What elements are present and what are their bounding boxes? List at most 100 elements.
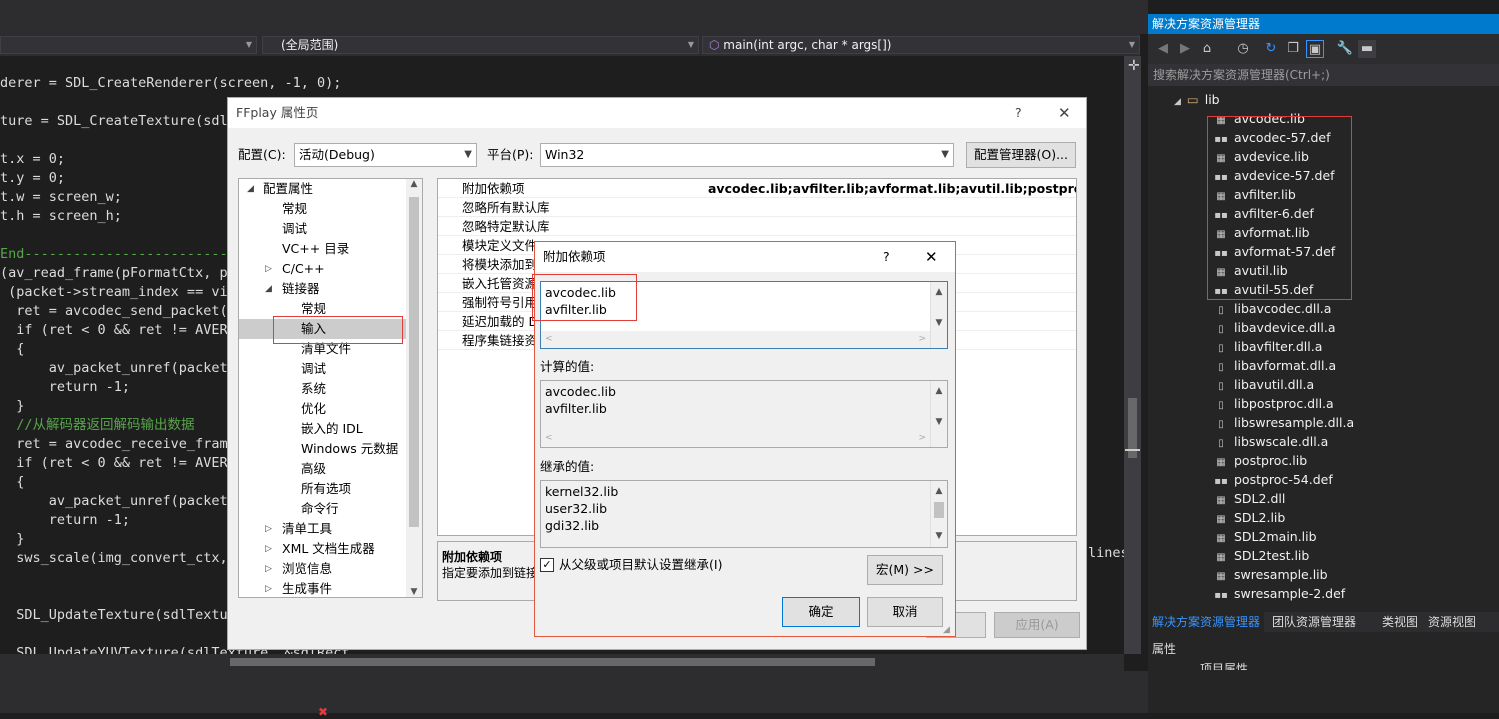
- help-button[interactable]: ?: [883, 242, 890, 272]
- file-item[interactable]: ▯ libswresample.dll.a: [1214, 413, 1354, 432]
- property-tree-item[interactable]: 配置属性: [263, 179, 313, 199]
- inherit-checkbox[interactable]: ✓: [540, 558, 554, 572]
- collapse-icon[interactable]: ◢: [265, 279, 272, 299]
- chevron-down-icon: ▼: [1128, 40, 1135, 49]
- file-item[interactable]: ▦ SDL2.lib: [1214, 508, 1285, 527]
- expand-icon[interactable]: ▷: [265, 559, 272, 579]
- file-item[interactable]: ▯ libavcodec.dll.a: [1214, 299, 1331, 318]
- property-tree-item[interactable]: 链接器: [282, 279, 320, 299]
- solution-explorer: 解决方案资源管理器 ◀ ▶ ⌂ ◷ ↻ ❐ ▣ 🔧 ▬ 搜索解决方案资源管理器(…: [1148, 14, 1499, 713]
- cancel-button[interactable]: 取消: [867, 597, 943, 627]
- file-item[interactable]: ▯ libpostproc.dll.a: [1214, 394, 1333, 413]
- property-tree-item[interactable]: 高级: [301, 459, 326, 479]
- property-pages-title: FFplay 属性页: [236, 105, 319, 120]
- property-tree[interactable]: ◢ 配置属性 常规 调试 VC++ 目录 ▷ C/C++ ◢ 链接器 常规 输入 清单文件 调试 系统 优化…: [238, 178, 423, 598]
- history-icon[interactable]: ◷: [1234, 40, 1252, 58]
- additional-dependencies-dialog: 附加依赖项 ? ✕ avcodec.lib avfilter.lib ▲ ▼ < >…: [532, 241, 956, 637]
- project-dropdown[interactable]: ▼: [0, 36, 257, 54]
- function-value: main(int argc, char * args[]): [723, 38, 892, 52]
- collapse-icon[interactable]: ◢: [247, 179, 254, 199]
- property-tree-item[interactable]: XML 文档生成器: [282, 539, 375, 559]
- home-icon[interactable]: ⌂: [1198, 40, 1216, 58]
- tree-scroll-thumb[interactable]: [409, 197, 419, 527]
- property-tree-item[interactable]: 优化: [301, 399, 326, 419]
- property-grid-row[interactable]: 附加依赖项 avcodec.lib;avfilter.lib;avformat.l…: [438, 179, 1076, 198]
- tab-resource-view[interactable]: 资源视图: [1424, 612, 1480, 632]
- expand-icon[interactable]: ▷: [265, 579, 272, 597]
- property-tree-item[interactable]: 调试: [282, 219, 307, 239]
- edit-horizontal-scrollbar[interactable]: < >: [541, 331, 930, 348]
- close-button[interactable]: ✕: [1058, 98, 1071, 128]
- property-tree-item[interactable]: VC++ 目录: [282, 239, 349, 259]
- expand-icon[interactable]: ▷: [265, 519, 272, 539]
- horizontal-scrollbar-thumb[interactable]: [230, 658, 875, 666]
- property-tree-item[interactable]: 所有选项: [301, 479, 351, 499]
- help-button[interactable]: ?: [1015, 98, 1022, 128]
- file-item[interactable]: ▦ SDL2test.lib: [1214, 546, 1309, 565]
- edit-vertical-scrollbar[interactable]: ▲ ▼: [930, 282, 947, 348]
- expand-icon[interactable]: ◢: [1174, 97, 1181, 107]
- expand-icon[interactable]: ▷: [265, 539, 272, 559]
- split-icon[interactable]: ✛: [1128, 58, 1140, 74]
- file-item[interactable]: ▯ libswscale.dll.a: [1214, 432, 1328, 451]
- tab-team-explorer[interactable]: 团队资源管理器: [1268, 612, 1360, 632]
- tab-class-view[interactable]: 类视图: [1378, 612, 1422, 632]
- property-name: 忽略特定默认库: [462, 219, 550, 234]
- macros-button[interactable]: 宏(M) >>: [867, 555, 943, 585]
- properties-wrench-icon[interactable]: 🔧: [1336, 40, 1354, 58]
- file-item[interactable]: ▦ SDL2main.lib: [1214, 527, 1316, 546]
- property-grid-row[interactable]: 忽略所有默认库: [438, 198, 1076, 217]
- collapse-all-icon[interactable]: ❐: [1284, 40, 1302, 58]
- solution-explorer-search-input[interactable]: 搜索解决方案资源管理器(Ctrl+;): [1148, 64, 1499, 86]
- property-tree-item[interactable]: 常规: [282, 199, 307, 219]
- property-tree-item[interactable]: Windows 元数据: [301, 439, 398, 459]
- editor-vertical-scrollbar[interactable]: ✛: [1124, 56, 1141, 654]
- show-all-files-icon[interactable]: ▣: [1306, 40, 1324, 58]
- config-manager-button[interactable]: 配置管理器(O)...: [966, 142, 1076, 168]
- platform-select[interactable]: Win32 ▼: [540, 143, 954, 167]
- file-item[interactable]: ▯ libavformat.dll.a: [1214, 356, 1336, 375]
- refresh-icon[interactable]: ↻: [1262, 40, 1280, 58]
- file-item[interactable]: ▪▪ swresample-2.def: [1214, 584, 1345, 603]
- back-icon[interactable]: ◀: [1154, 40, 1172, 58]
- config-select[interactable]: 活动(Debug) ▼: [294, 143, 477, 167]
- property-tree-item[interactable]: 系统: [301, 379, 326, 399]
- property-tree-item[interactable]: 浏览信息: [282, 559, 332, 579]
- scope-dropdown[interactable]: (全局范围) ▼: [262, 36, 699, 54]
- ok-button[interactable]: 确定: [782, 597, 860, 627]
- expand-icon[interactable]: ▷: [265, 259, 272, 279]
- tab-solution-explorer[interactable]: 解决方案资源管理器: [1148, 612, 1265, 632]
- file-item[interactable]: ▦ SDL2.dll: [1214, 489, 1285, 508]
- forward-icon[interactable]: ▶: [1176, 40, 1194, 58]
- inherit-checkbox-label[interactable]: 从父级或项目默认设置继承(I): [559, 554, 722, 576]
- file-item[interactable]: ▦ postproc.lib: [1214, 451, 1307, 470]
- function-dropdown[interactable]: ⬡ main(int argc, char * args[]) ▼: [702, 36, 1140, 54]
- lib-folder[interactable]: ◢ ▭ lib: [1174, 90, 1220, 109]
- computed-vertical-scrollbar[interactable]: ▲ ▼: [930, 381, 947, 447]
- property-grid-row[interactable]: 忽略特定默认库: [438, 217, 1076, 236]
- property-tree-item[interactable]: C/C++: [282, 259, 325, 279]
- apply-button[interactable]: 应用(A): [994, 612, 1080, 638]
- file-item[interactable]: ▪▪ postproc-54.def: [1214, 470, 1333, 489]
- property-tree-item[interactable]: 调试: [301, 359, 326, 379]
- scroll-up-icon[interactable]: ▲: [406, 179, 422, 189]
- tree-scrollbar[interactable]: ▲ ▼: [406, 179, 422, 597]
- properties-row: 项目属性: [1200, 662, 1249, 670]
- inherited-vertical-scrollbar[interactable]: ▲ ▼: [930, 481, 947, 547]
- computed-horizontal-scrollbar[interactable]: < >: [541, 430, 930, 447]
- close-button[interactable]: ✕: [925, 242, 938, 272]
- properties-title: 属性: [1152, 642, 1177, 656]
- scroll-down-icon[interactable]: ▼: [406, 587, 422, 597]
- ide-toolbar-strip: [0, 0, 1148, 34]
- preview-icon[interactable]: ▬: [1358, 40, 1376, 58]
- resize-grip-icon[interactable]: ◢: [943, 625, 950, 635]
- inherited-scroll-thumb[interactable]: [934, 502, 944, 518]
- property-tree-item[interactable]: 生成事件: [282, 579, 332, 597]
- file-item[interactable]: ▯ libavutil.dll.a: [1214, 375, 1314, 394]
- file-item[interactable]: ▯ libavfilter.dll.a: [1214, 337, 1322, 356]
- file-item[interactable]: ▯ libavdevice.dll.a: [1214, 318, 1335, 337]
- property-tree-item[interactable]: 命令行: [301, 499, 339, 519]
- file-item[interactable]: ▦ swresample.lib: [1214, 565, 1327, 584]
- property-tree-item[interactable]: 清单工具: [282, 519, 332, 539]
- property-tree-item[interactable]: 嵌入的 IDL: [301, 419, 363, 439]
